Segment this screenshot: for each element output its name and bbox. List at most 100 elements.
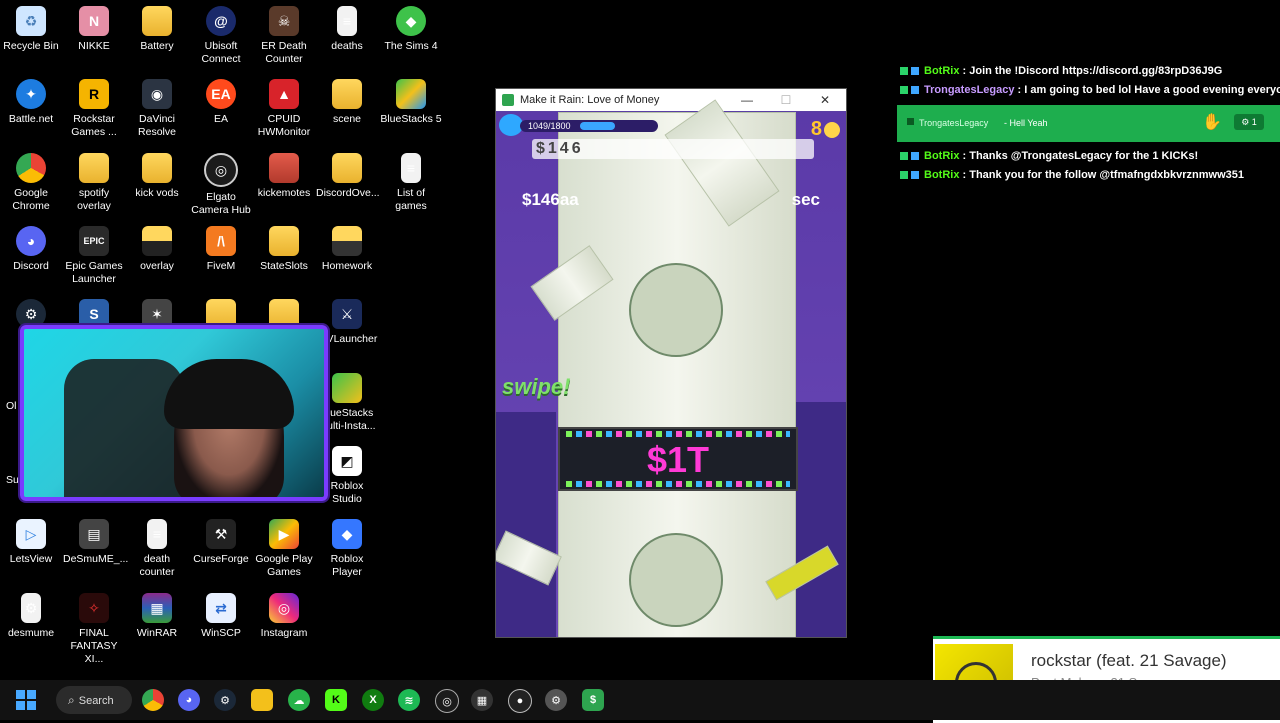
desktop-icon-label: Battle.net: [8, 113, 54, 125]
discord-icon[interactable]: ◕: [178, 689, 200, 711]
bot-badge-icon: [911, 86, 919, 95]
kick-badge-icon: [900, 152, 908, 161]
kick-badge-icon: [900, 86, 908, 95]
minimize-button[interactable]: —: [728, 89, 766, 111]
webcam-hair: [164, 359, 294, 429]
desktop-icon-stateslots[interactable]: StateSlots: [253, 226, 315, 273]
window-titlebar[interactable]: Make it Rain: Love of Money — ☐ ✕: [496, 89, 846, 111]
chat-username[interactable]: BotRix: [924, 169, 959, 181]
folder-icon: [269, 153, 299, 183]
desktop-icon-desmume[interactable]: ⚙ desmume: [0, 593, 62, 640]
chat-username[interactable]: TrongatesLegacy: [924, 84, 1014, 96]
desktop-icon-label: Instagram: [260, 627, 308, 639]
ubisoft-icon: @: [206, 6, 236, 36]
game-window[interactable]: Make it Rain: Love of Money — ☐ ✕ 1049/1…: [495, 88, 847, 638]
settings-icon[interactable]: ⚙: [545, 689, 567, 711]
search-icon: ⌕: [68, 693, 75, 707]
elgato-icon[interactable]: ◎: [435, 689, 459, 713]
calculator-icon[interactable]: ▦: [471, 689, 493, 711]
chrome-icon[interactable]: [142, 689, 164, 711]
desktop-icon-winrar[interactable]: ▦ WinRAR: [126, 593, 188, 640]
desktop-icon-recycle-bin[interactable]: ♻ Recycle Bin: [0, 6, 62, 53]
partial-icon-label: Ol: [6, 400, 17, 412]
desktop-icon-google-play-games[interactable]: ▶ Google Play Games: [253, 519, 315, 579]
desktop-icon-ubisoft[interactable]: @ Ubisoft Connect: [190, 6, 252, 66]
desktop-icon-deaths[interactable]: ≡ deaths: [316, 6, 378, 53]
desktop-icon-ea[interactable]: EA EA: [190, 79, 252, 126]
desktop-icon-list-of-games[interactable]: ≡ List of games: [380, 153, 442, 213]
desktop-icon-instagram[interactable]: ◎ Instagram: [253, 593, 315, 640]
desktop-icon-ffxi[interactable]: ✧ FINAL FANTASY XI...: [63, 593, 125, 666]
desktop-icon-bluestacks5[interactable]: BlueStacks 5: [380, 79, 442, 126]
marquee-value: $1T: [646, 439, 710, 480]
background-building: [496, 412, 556, 637]
desktop-icon-epic[interactable]: EPIC Epic Games Launcher: [63, 226, 125, 286]
desktop-icon-kickemotes[interactable]: kickemotes: [253, 153, 315, 200]
taskbar-search[interactable]: ⌕ Search: [56, 686, 132, 714]
file-explorer-icon[interactable]: [251, 689, 273, 711]
bill-portrait: [629, 263, 723, 357]
sims4-icon: ◆: [396, 6, 426, 36]
document-icon: ≡: [337, 6, 357, 36]
make-it-rain-app-icon: [502, 94, 514, 106]
desktop-icon-battery[interactable]: Battery: [126, 6, 188, 53]
desktop-icon-label: Rockstar Games ...: [71, 113, 117, 138]
chat-username[interactable]: TrongatesLegacy: [919, 118, 988, 128]
close-button[interactable]: ✕: [806, 89, 844, 111]
game-canvas[interactable]: 1049/1800 8 $146 $146aa sec swipe! $1T: [496, 99, 846, 637]
maximize-button[interactable]: ☐: [767, 89, 805, 111]
spotify-icon[interactable]: ≋: [398, 689, 420, 711]
epic-games-icon: EPIC: [79, 226, 109, 256]
desktop-icon-er-death-counter[interactable]: ☠ ER Death Counter: [253, 6, 315, 66]
document-icon: ≡: [147, 519, 167, 549]
desktop-icon-fivem[interactable]: /\ FiveM: [190, 226, 252, 273]
level-progress: 1049/1800: [520, 120, 658, 132]
green-cloud-icon[interactable]: ☁: [288, 689, 310, 711]
partial-icon-label: Su: [6, 474, 19, 486]
desktop-icon-rockstar[interactable]: R Rockstar Games ...: [63, 79, 125, 139]
money-counter: $146: [532, 139, 814, 159]
desktop-icon-label: Discord: [13, 260, 49, 272]
xbox-icon[interactable]: X: [362, 689, 384, 711]
steam-icon[interactable]: ⚙: [214, 689, 236, 711]
desktop-icon-discord[interactable]: ◕ Discord: [0, 226, 62, 273]
desktop-icon-desmume-underscore[interactable]: ▤ DeSmuME_...: [63, 519, 128, 566]
desktop-icon-label: kickemotes: [257, 187, 311, 199]
desktop-icon-cpuid[interactable]: ▲ CPUID HWMonitor: [253, 79, 315, 139]
chat-message: TrongatesLegacy : I am going to bed lol …: [900, 84, 1280, 96]
bot-badge-icon: [911, 152, 919, 161]
desktop-icon-letsview[interactable]: ▷ LetsView: [0, 519, 62, 566]
desktop-icon-kick-vods[interactable]: kick vods: [126, 153, 188, 200]
letsview-icon: ▷: [16, 519, 46, 549]
desktop-icon-scene[interactable]: scene: [316, 79, 378, 126]
desktop-icon-overlay[interactable]: overlay: [126, 226, 188, 273]
level-progress-fill: [580, 122, 615, 130]
desktop-icon-elgato[interactable]: ◎ Elgato Camera Hub: [190, 153, 252, 217]
desktop-icon-label: deaths: [331, 40, 363, 52]
desktop-icon-winscp[interactable]: ⇄ WinSCP: [190, 593, 252, 640]
chat-highlighted-message: TrongatesLegacy - Hell Yeah ✋ ⚙ 1: [897, 105, 1280, 142]
desktop-icon-label: Ubisoft Connect: [201, 40, 241, 65]
desktop-icon-davinci[interactable]: ◉ DaVinci Resolve: [126, 79, 188, 139]
desktop-icon-nikke[interactable]: N NIKKE: [63, 6, 125, 53]
desktop-icon-roblox-player[interactable]: ◆ Roblox Player: [316, 519, 378, 579]
per-second-text: sec: [791, 190, 820, 209]
start-button[interactable]: [16, 690, 36, 710]
chat-username[interactable]: BotRix: [924, 65, 959, 77]
desktop-icon-chrome[interactable]: Google Chrome: [0, 153, 62, 213]
make-it-rain-icon[interactable]: $: [582, 689, 604, 711]
desktop-icon-homework[interactable]: Homework: [316, 226, 378, 273]
obs-icon[interactable]: ●: [508, 689, 532, 713]
chat-username[interactable]: BotRix: [924, 150, 959, 162]
desktop-icon-death-counter[interactable]: ≡ death counter: [126, 519, 188, 579]
desktop-icon-spotify-overlay[interactable]: spotify overlay: [63, 153, 125, 213]
document-icon: ≡: [401, 153, 421, 183]
desktop-icon-battlenet[interactable]: ✦ Battle.net: [0, 79, 62, 126]
folder-icon: [142, 226, 172, 256]
desktop-icon-label: Recycle Bin: [3, 40, 59, 52]
desktop-icon-curseforge[interactable]: ⚒ CurseForge: [190, 519, 252, 566]
desktop-icon-sims4[interactable]: ◆ The Sims 4: [380, 6, 442, 53]
desktop-icon-discordove[interactable]: DiscordOve...: [316, 153, 380, 200]
kick-icon[interactable]: K: [325, 689, 347, 711]
fivem-icon: /\: [206, 226, 236, 256]
